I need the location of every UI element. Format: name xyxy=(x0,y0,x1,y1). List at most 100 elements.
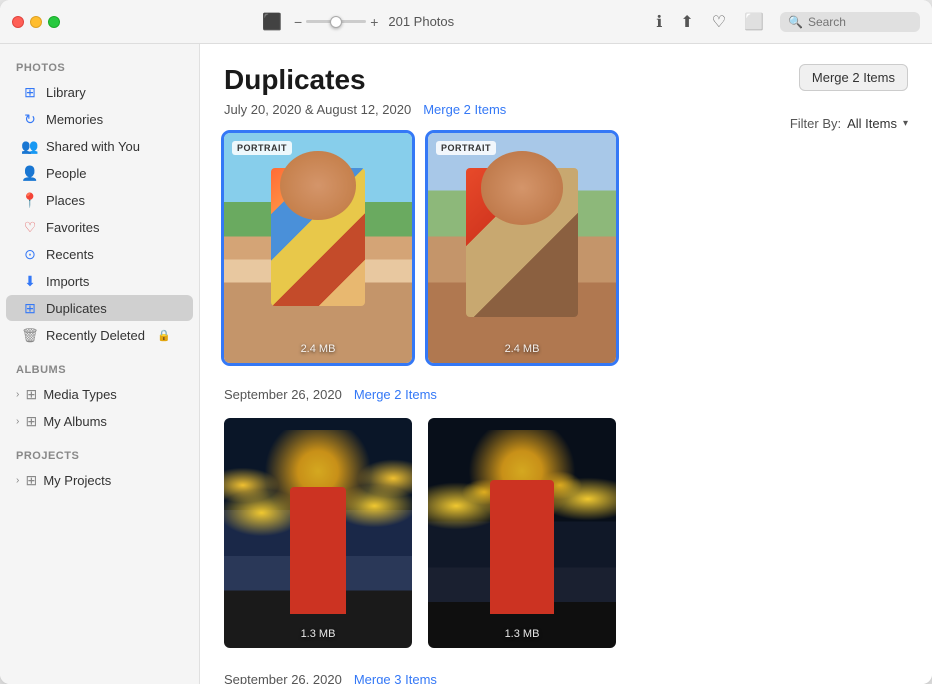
slideshow-icon: ⬛ xyxy=(262,12,282,32)
titlebar: ⬛ − + 201 Photos ℹ ⬆ ♡ ⬜ xyxy=(0,0,932,44)
photo-card-2[interactable]: PORTRAIT 2.4 MB xyxy=(428,133,616,363)
slideshow-button[interactable]: ⬛ xyxy=(260,10,284,34)
sidebar-section-albums: Albums xyxy=(0,356,199,380)
photo-card-3[interactable]: 1.3 MB xyxy=(224,418,412,648)
photo-image-1 xyxy=(224,133,412,363)
filter-chevron-icon: ▾ xyxy=(903,118,908,129)
photo-count: 201 Photos xyxy=(388,14,454,29)
photo-card-4[interactable]: 1.3 MB xyxy=(428,418,616,648)
sidebar-item-library[interactable]: ⊞ Library xyxy=(6,79,193,105)
sidebar-item-imports[interactable]: ⬇ Imports xyxy=(6,268,193,294)
info-button[interactable]: ℹ xyxy=(654,10,664,34)
page-title: Duplicates xyxy=(224,64,366,96)
lock-icon: 🔒 xyxy=(157,329,171,342)
filter-value[interactable]: All Items xyxy=(847,116,897,131)
heart-icon: ♡ xyxy=(712,12,726,32)
chevron-my-projects: › xyxy=(16,475,19,486)
chevron-media-types: › xyxy=(16,389,19,400)
content-header: Duplicates Merge 2 Items xyxy=(224,64,908,96)
maximize-button[interactable] xyxy=(48,16,60,28)
photo-image-2 xyxy=(428,133,616,363)
zoom-slider[interactable] xyxy=(306,20,366,23)
photo-group-1: July 20, 2020 & August 12, 2020 Merge 2 … xyxy=(224,102,908,363)
memories-icon: ↻ xyxy=(22,111,38,127)
portrait-badge-1: PORTRAIT xyxy=(232,141,292,155)
sidebar-label-shared: Shared with You xyxy=(46,139,140,154)
sidebar-label-library: Library xyxy=(46,85,86,100)
photo-size-4: 1.3 MB xyxy=(428,628,616,640)
photo-card-1[interactable]: PORTRAIT 2.4 MB xyxy=(224,133,412,363)
zoom-plus-icon: + xyxy=(370,14,378,30)
photo-image-4 xyxy=(428,418,616,648)
sidebar-label-favorites: Favorites xyxy=(46,220,99,235)
group-3-header: September 26, 2020 Merge 3 Items xyxy=(224,672,908,684)
search-input[interactable] xyxy=(808,15,912,29)
sidebar-label-places: Places xyxy=(46,193,85,208)
sidebar-label-people: People xyxy=(46,166,86,181)
sidebar-label-my-projects: My Projects xyxy=(43,473,111,488)
sidebar-item-people[interactable]: 👤 People xyxy=(6,160,193,186)
sidebar-label-duplicates: Duplicates xyxy=(46,301,107,316)
sidebar-item-my-albums[interactable]: › ⊞ My Albums xyxy=(6,408,193,434)
titlebar-actions: ℹ ⬆ ♡ ⬜ 🔍 xyxy=(654,10,920,34)
imports-icon: ⬇ xyxy=(22,273,38,289)
close-button[interactable] xyxy=(12,16,24,28)
people-icon: 👤 xyxy=(22,165,38,181)
duplicates-icon: ⊞ xyxy=(22,300,38,316)
sidebar-label-recently-deleted: Recently Deleted xyxy=(46,328,145,343)
group-1-merge-link[interactable]: Merge 2 Items xyxy=(423,102,506,117)
sidebar-item-favorites[interactable]: ♡ Favorites xyxy=(6,214,193,240)
sidebar-item-duplicates[interactable]: ⊞ Duplicates xyxy=(6,295,193,321)
group-2-grid: 1.3 MB 1.3 MB xyxy=(224,418,908,648)
my-albums-icon: ⊞ xyxy=(23,413,39,429)
content-area: Duplicates Merge 2 Items Filter By: All … xyxy=(200,44,932,684)
sidebar-label-my-albums: My Albums xyxy=(43,414,107,429)
zoom-thumb xyxy=(330,16,342,28)
sidebar-item-recently-deleted[interactable]: 🗑 Recently Deleted 🔒 xyxy=(6,322,193,348)
media-types-icon: ⊞ xyxy=(23,386,39,402)
search-icon: 🔍 xyxy=(788,15,803,29)
sidebar-item-recents[interactable]: ⊙ Recents xyxy=(6,241,193,267)
share-button[interactable]: ⬆ xyxy=(678,10,695,34)
merge-items-button[interactable]: Merge 2 Items xyxy=(799,64,908,91)
rotate-button[interactable]: ⬜ xyxy=(742,10,766,34)
app-window: ⬛ − + 201 Photos ℹ ⬆ ♡ ⬜ xyxy=(0,0,932,684)
photo-group-3: September 26, 2020 Merge 3 Items xyxy=(224,672,908,684)
main-layout: Photos ⊞ Library ↻ Memories 👥 Shared wit… xyxy=(0,44,932,684)
photo-size-2: 2.4 MB xyxy=(428,343,616,355)
sidebar-label-media-types: Media Types xyxy=(43,387,116,402)
sidebar: Photos ⊞ Library ↻ Memories 👥 Shared wit… xyxy=(0,44,200,684)
photo-size-1: 2.4 MB xyxy=(224,343,412,355)
sidebar-item-my-projects[interactable]: › ⊞ My Projects xyxy=(6,467,193,493)
sidebar-item-shared-with-you[interactable]: 👥 Shared with You xyxy=(6,133,193,159)
my-projects-icon: ⊞ xyxy=(23,472,39,488)
traffic-lights xyxy=(12,16,60,28)
group-1-grid: PORTRAIT 2.4 MB PORTRAIT 2.4 MB xyxy=(224,133,908,363)
group-2-date: September 26, 2020 xyxy=(224,387,342,402)
heart-button[interactable]: ♡ xyxy=(710,10,728,34)
sidebar-section-photos: Photos xyxy=(0,54,199,78)
sidebar-item-places[interactable]: 📍 Places xyxy=(6,187,193,213)
filter-row: Filter By: All Items ▾ xyxy=(790,116,908,131)
library-icon: ⊞ xyxy=(22,84,38,100)
places-icon: 📍 xyxy=(22,192,38,208)
group-2-merge-link[interactable]: Merge 2 Items xyxy=(354,387,437,402)
recents-icon: ⊙ xyxy=(22,246,38,262)
sidebar-label-recents: Recents xyxy=(46,247,94,262)
filter-label: Filter By: xyxy=(790,116,841,131)
photo-size-3: 1.3 MB xyxy=(224,628,412,640)
zoom-control: − + xyxy=(294,14,378,30)
sidebar-item-memories[interactable]: ↻ Memories xyxy=(6,106,193,132)
info-icon: ℹ xyxy=(656,12,662,32)
sidebar-section-projects: Projects xyxy=(0,442,199,466)
group-3-merge-link[interactable]: Merge 3 Items xyxy=(354,672,437,684)
photo-image-3 xyxy=(224,418,412,648)
search-box[interactable]: 🔍 xyxy=(780,12,920,32)
favorites-icon: ♡ xyxy=(22,219,38,235)
rotate-icon: ⬜ xyxy=(744,12,764,32)
sidebar-label-memories: Memories xyxy=(46,112,103,127)
chevron-my-albums: › xyxy=(16,416,19,427)
sidebar-item-media-types[interactable]: › ⊞ Media Types xyxy=(6,381,193,407)
group-1-date: July 20, 2020 & August 12, 2020 xyxy=(224,102,411,117)
minimize-button[interactable] xyxy=(30,16,42,28)
